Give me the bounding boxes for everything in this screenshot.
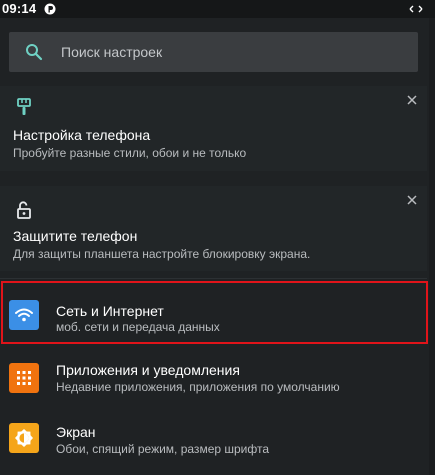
status-time: 09:14 [2,1,37,16]
p-icon [44,3,56,15]
display-icon-tile [9,423,39,453]
suggestion-card-lock[interactable]: Защитите телефон Для защиты планшета нас… [0,186,427,271]
close-icon[interactable] [406,194,418,206]
paint-brush-icon [17,98,31,115]
search-input[interactable]: Поиск настроек [61,44,162,60]
settings-item-title: Приложения и уведомления [56,362,240,378]
highlight-frame [1,281,428,344]
card-subtitle: Пробуйте разные стили, обои и не только [13,146,247,160]
rotate-arrows-icon [409,5,423,13]
scrollbar[interactable] [429,18,435,475]
card-title: Настройка телефона [13,127,151,143]
settings-item-subtitle: Недавние приложения, приложения по умолч… [56,380,340,394]
apps-grid-icon [17,371,31,385]
brightness-icon [15,429,33,447]
close-icon[interactable] [406,94,418,106]
status-bar: 09:14 [0,0,435,18]
settings-item-apps[interactable]: Приложения и уведомления Недавние прилож… [0,350,427,410]
suggestion-card-customize[interactable]: Настройка телефона Пробуйте разные стили… [0,86,427,171]
search-bar[interactable]: Поиск настроек [9,32,418,72]
settings-item-display[interactable]: Экран Обои, спящий режим, размер шрифта [0,412,427,472]
divider [0,278,427,279]
card-subtitle: Для защиты планшета настройте блокировку… [13,247,311,261]
settings-item-title: Экран [56,424,96,440]
settings-item-subtitle: Обои, спящий режим, размер шрифта [56,442,270,456]
apps-icon-tile [9,363,39,393]
card-title: Защитите телефон [13,228,138,244]
search-icon [26,44,43,61]
lock-icon [17,201,31,219]
